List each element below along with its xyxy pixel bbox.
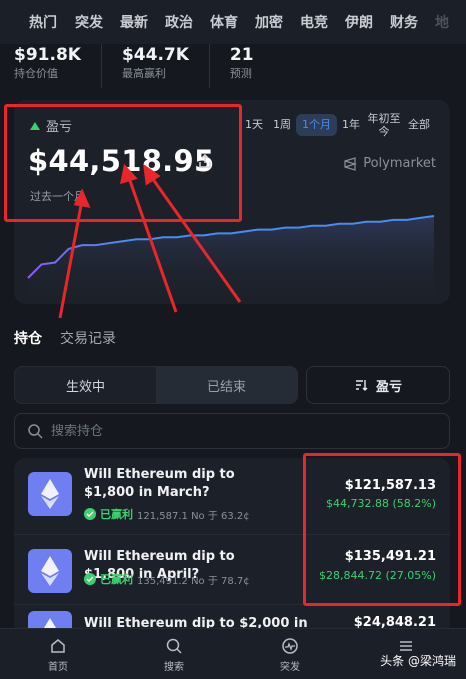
stat-predictions: 21 预测 (230, 44, 274, 88)
range-1d[interactable]: 1天 (240, 115, 268, 135)
check-icon (84, 508, 96, 520)
range-all[interactable]: 全部 (403, 115, 435, 135)
stat-value: 21 (229, 45, 254, 65)
range-selector: 1天 1周 1个月 1年 年初至今 全部 (240, 112, 435, 138)
range-ytd[interactable]: 年初至今 (365, 112, 403, 138)
check-icon (84, 573, 96, 585)
position-meta: 已赢利 121,587.1 No 于 63.2¢ (84, 506, 250, 522)
trending-icon (24, 21, 25, 23)
range-1m[interactable]: 1个月 (296, 114, 337, 136)
nav-item-more[interactable]: 地 (435, 12, 449, 32)
nav-item-esports[interactable]: 电竞 (300, 12, 328, 32)
search-bar (14, 413, 450, 449)
pulse-icon (282, 638, 298, 654)
position-meta: 已赢利 135,491.2 No 于 78.7¢ (84, 571, 250, 587)
list-item[interactable]: Will Ethereum dip to $2,000 in April? $2… (14, 604, 450, 628)
nav-item-politics[interactable]: 政治 (165, 12, 193, 32)
stat-biggest-win: $44.7K 最高赢利 (122, 44, 210, 88)
nav-item-finance[interactable]: 财务 (390, 12, 418, 32)
ethereum-icon (28, 472, 72, 516)
search-input[interactable] (51, 423, 431, 439)
position-status: 已赢利 (100, 508, 133, 521)
position-status: 已赢利 (100, 573, 133, 586)
stat-label: 最高赢利 (121, 67, 166, 80)
search-icon (166, 638, 182, 654)
search-icon (28, 424, 43, 439)
polymarket-logo-icon (344, 156, 358, 171)
stat-label: 预测 (229, 67, 252, 80)
range-1w[interactable]: 1周 (268, 115, 296, 135)
watermark: 头条 @梁鸿瑞 (380, 654, 456, 668)
position-value: $24,848.21 (353, 615, 436, 628)
pnl-line-chart (27, 215, 435, 304)
nav-item-crypto[interactable]: 加密 (255, 12, 283, 32)
sort-button[interactable]: 盈亏 (306, 366, 450, 404)
bottom-nav-label: 突发 (280, 662, 300, 673)
sort-icon (355, 380, 368, 391)
nav-item-sports[interactable]: 体育 (210, 12, 238, 32)
bottom-nav-breaking[interactable]: 突发 (260, 637, 320, 673)
status-segment: 生效中 已结束 (14, 366, 298, 404)
stat-label: 持仓价值 (14, 67, 58, 80)
position-detail: 121,587.1 No 于 63.2¢ (137, 510, 250, 522)
stat-value: $91.8K (14, 45, 81, 65)
profile-stats: $91.8K 持仓价值 $44.7K 最高赢利 21 预测 (14, 44, 454, 88)
top-category-nav: 热门 突发 最新 政治 体育 加密 电竞 伊朗 财务 地 (0, 0, 466, 44)
position-title: Will Ethereum dip to $1,800 in March? (84, 467, 235, 500)
brand-name: Polymarket (363, 156, 436, 171)
home-icon (51, 639, 65, 653)
ethereum-icon (28, 549, 72, 593)
chart-area-fill (28, 216, 434, 304)
nav-item-iran[interactable]: 伊朗 (345, 12, 373, 32)
nav-item-hot[interactable]: 热门 (29, 12, 57, 32)
ethereum-icon (28, 611, 72, 628)
sort-label: 盈亏 (375, 379, 402, 395)
position-detail: 135,491.2 No 于 78.7¢ (137, 575, 250, 587)
segment-active[interactable]: 生效中 (15, 367, 156, 403)
position-title: Will Ethereum dip to $2,000 in April? (84, 616, 308, 628)
range-1y[interactable]: 1年 (337, 115, 365, 135)
bottom-nav-home[interactable]: 首页 (28, 637, 88, 673)
stat-value: $44.7K (121, 45, 189, 65)
nav-item-newest[interactable]: 最新 (120, 12, 148, 32)
stat-position-value: $91.8K 持仓价值 (14, 44, 102, 88)
annotation-box-values (303, 453, 461, 606)
annotation-box-pnl (4, 104, 242, 222)
bottom-nav-search[interactable]: 搜索 (144, 637, 204, 673)
segment-closed[interactable]: 已结束 (156, 367, 297, 403)
polymarket-brand: Polymarket (343, 156, 436, 171)
bottom-nav-label: 搜索 (164, 662, 184, 673)
tab-positions[interactable]: 持仓 (14, 328, 42, 348)
tab-activity[interactable]: 交易记录 (60, 328, 116, 348)
nav-item-breaking[interactable]: 突发 (75, 12, 103, 32)
content-tabs: 持仓 交易记录 (14, 328, 116, 348)
bottom-nav-label: 首页 (48, 662, 68, 673)
